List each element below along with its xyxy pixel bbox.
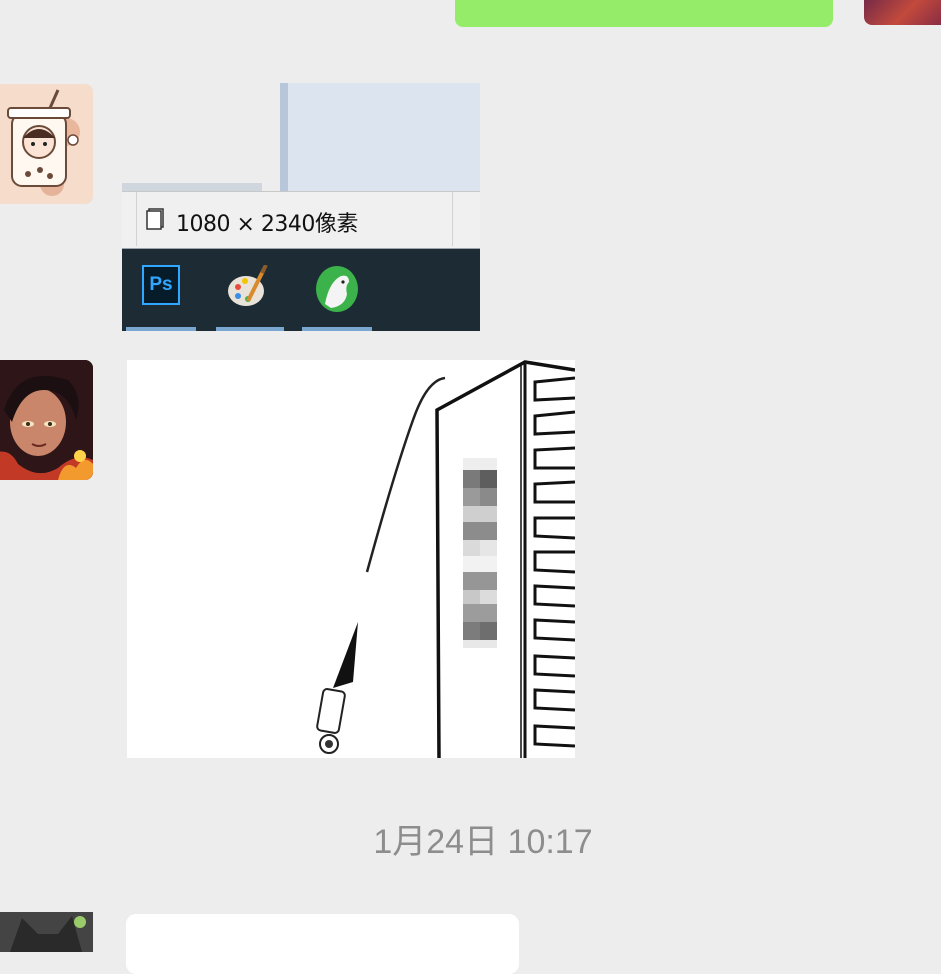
screenshot-image-message[interactable]: 1080 × 2340像素 Ps — [122, 83, 480, 331]
self-avatar[interactable] — [864, 0, 941, 25]
photoshop-icon: Ps — [142, 265, 180, 305]
anime-boy-avatar-icon — [0, 360, 93, 480]
cartoon-girl-avatar-icon — [0, 84, 93, 204]
contact-avatar-boy[interactable] — [0, 360, 93, 480]
taskbar: Ps — [122, 249, 480, 331]
image-dimensions-icon — [146, 208, 164, 230]
image-status-bar: 1080 × 2340像素 — [122, 191, 480, 250]
taskbar-active-indicator — [126, 327, 196, 331]
drawing-image-message[interactable] — [127, 360, 575, 758]
incoming-message-bubble[interactable] — [126, 914, 519, 974]
pixelated-area — [463, 458, 497, 648]
status-divider — [452, 192, 453, 246]
message-timestamp: 1月24日 10:17 — [373, 823, 593, 861]
window-panel — [280, 83, 480, 191]
window-strip — [122, 183, 262, 191]
status-divider — [136, 192, 137, 246]
sketch-drawing — [127, 360, 575, 758]
window-panel-edge — [280, 83, 288, 191]
taskbar-active-indicator — [302, 327, 372, 331]
green-bird-app-icon — [316, 266, 358, 312]
outgoing-message-bubble[interactable] — [455, 0, 833, 27]
contact-avatar-girl[interactable] — [0, 84, 93, 204]
taskbar-active-indicator — [216, 327, 284, 331]
image-dimensions-text: 1080 × 2340像素 — [176, 212, 358, 237]
cat-avatar-icon — [0, 912, 93, 952]
contact-avatar-cat[interactable] — [0, 912, 93, 952]
paint-palette-icon — [228, 265, 268, 306]
